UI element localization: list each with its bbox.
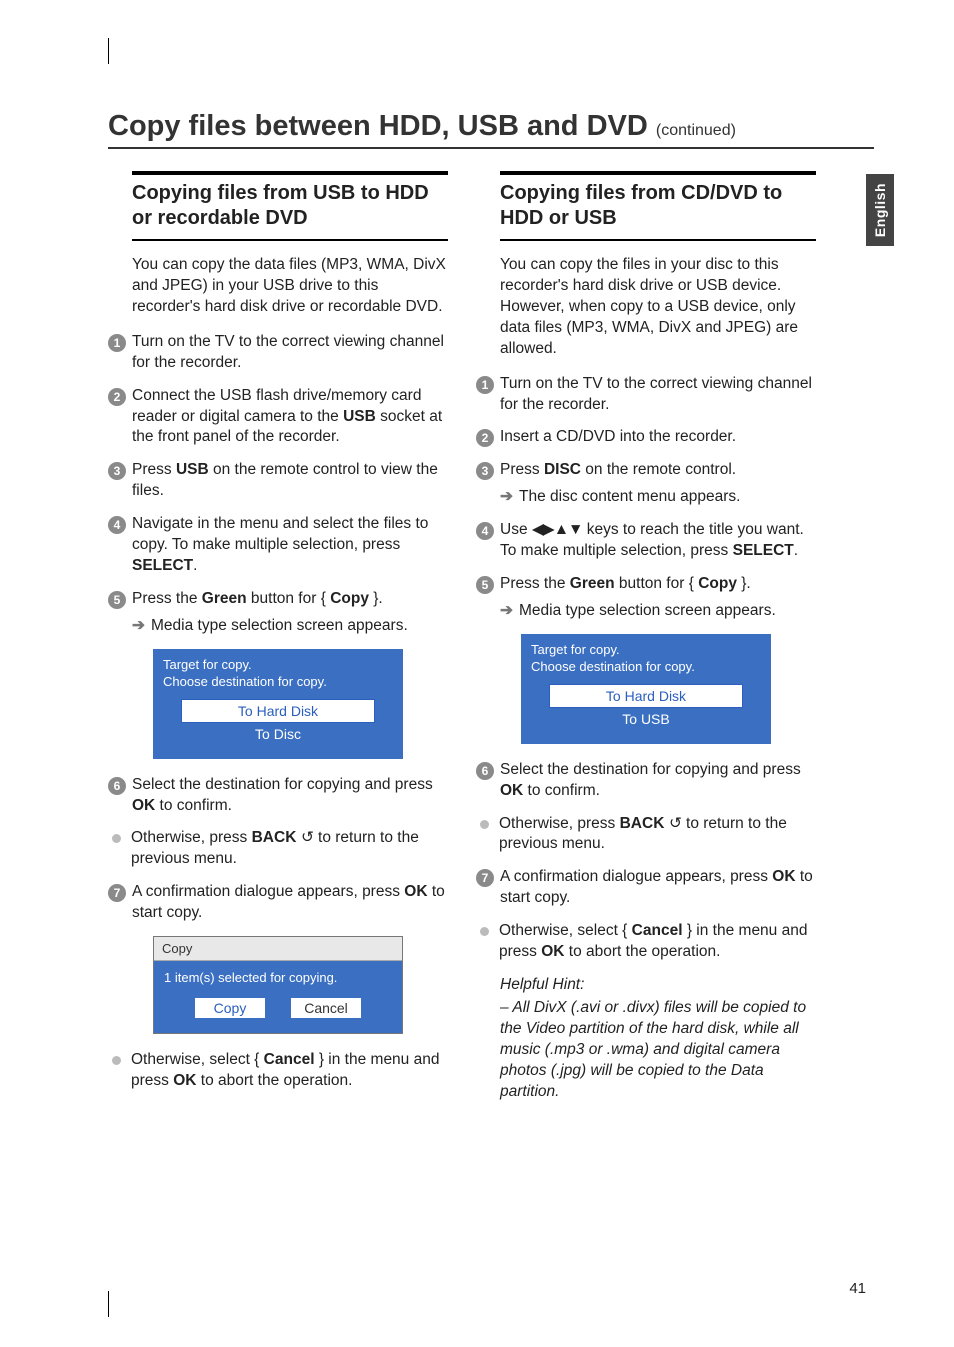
dialog-caption: Target for copy.Choose destination for c…: [531, 642, 761, 676]
step-text: Turn on the TV to the correct viewing ch…: [500, 374, 816, 416]
bullet-text: Otherwise, press BACK ↻ to return to the…: [131, 828, 448, 870]
title-rule: [108, 147, 874, 149]
bullet-text: Otherwise, press BACK ↻ to return to the…: [499, 814, 816, 856]
section-heading-cddvd: Copying files from CD/DVD to HDD or USB: [500, 181, 816, 231]
section-rule: [132, 171, 448, 175]
bullet-icon: [112, 834, 121, 843]
section-rule: [132, 239, 448, 241]
step-number-icon: 2: [476, 429, 494, 447]
language-tab: English: [866, 174, 894, 246]
arrow-icon: ➔: [132, 616, 145, 637]
language-label: English: [872, 183, 888, 237]
intro-text: You can copy the files in your disc to t…: [500, 255, 816, 360]
step-text: Select the destination for copying and p…: [132, 775, 448, 817]
page-title-continued: (continued): [656, 122, 736, 139]
option-to-hard-disk: To Hard Disk: [549, 684, 743, 708]
step-text: Use ◀▶▲▼ keys to reach the title you wan…: [500, 520, 816, 562]
helpful-hint-body: – All DivX (.avi or .divx) files will be…: [500, 998, 816, 1103]
step-number-icon: 6: [108, 777, 126, 795]
step-text: Press DISC on the remote control.: [500, 460, 816, 481]
option-to-usb: To USB: [549, 708, 743, 730]
step-text: Press the Green button for { Copy }.: [500, 574, 816, 595]
step-number-icon: 7: [476, 869, 494, 887]
result-text: ➔Media type selection screen appears.: [108, 616, 448, 637]
dialog-message: 1 item(s) selected for copying.: [164, 970, 392, 985]
step-text: A confirmation dialogue appears, press O…: [500, 867, 816, 909]
step-number-icon: 3: [476, 462, 494, 480]
step-number-icon: 3: [108, 462, 126, 480]
left-column: Copying files from USB to HDD or recorda…: [108, 171, 448, 1117]
dialog-caption: Target for copy.Choose destination for c…: [163, 657, 393, 691]
option-to-hard-disk: To Hard Disk: [181, 699, 375, 723]
step-5: 5 Press the Green button for { Copy }.: [476, 574, 816, 595]
step-text: Press the Green button for { Copy }.: [132, 589, 448, 610]
bullet-text: Otherwise, select { Cancel } in the menu…: [131, 1050, 448, 1092]
cancel-button: Cancel: [290, 997, 362, 1019]
page-title: Copy files between HDD, USB and DVD (con…: [108, 110, 874, 143]
step-1: 1 Turn on the TV to the correct viewing c…: [108, 332, 448, 374]
bullet-item: Otherwise, press BACK ↻ to return to the…: [108, 828, 448, 870]
intro-text: You can copy the data files (MP3, WMA, D…: [132, 255, 448, 318]
step-number-icon: 7: [108, 884, 126, 902]
step-number-icon: 1: [108, 334, 126, 352]
page-number: 41: [849, 1280, 866, 1297]
step-5: 5 Press the Green button for { Copy }.: [108, 589, 448, 610]
bullet-item: Otherwise, select { Cancel } in the menu…: [476, 921, 816, 963]
step-2: 2 Insert a CD/DVD into the recorder.: [476, 427, 816, 448]
step-7: 7 A confirmation dialogue appears, press …: [476, 867, 816, 909]
bullet-item: Otherwise, select { Cancel } in the menu…: [108, 1050, 448, 1092]
result-text: ➔The disc content menu appears.: [476, 487, 816, 508]
bullet-icon: [480, 820, 489, 829]
step-number-icon: 5: [476, 576, 494, 594]
step-number-icon: 5: [108, 591, 126, 609]
back-icon: ↻: [301, 828, 314, 849]
step-number-icon: 6: [476, 762, 494, 780]
crop-mark: [108, 38, 109, 64]
step-3: 3 Press USB on the remote control to view…: [108, 460, 448, 502]
bullet-icon: [480, 927, 489, 936]
helpful-hint-heading: Helpful Hint:: [500, 975, 816, 996]
step-number-icon: 1: [476, 376, 494, 394]
step-3: 3 Press DISC on the remote control.: [476, 460, 816, 481]
section-rule: [500, 239, 816, 241]
nav-keys-icon: ◀▶▲▼: [532, 521, 583, 538]
result-text: ➔Media type selection screen appears.: [476, 601, 816, 622]
step-4: 4 Use ◀▶▲▼ keys to reach the title you wa…: [476, 520, 816, 562]
target-dialog: Target for copy.Choose destination for c…: [521, 634, 771, 744]
step-text: Connect the USB flash drive/memory card …: [132, 386, 448, 449]
bullet-text: Otherwise, select { Cancel } in the menu…: [499, 921, 816, 963]
step-6: 6 Select the destination for copying and …: [108, 775, 448, 817]
page-title-main: Copy files between HDD, USB and DVD: [108, 110, 648, 142]
dialog-title: Copy: [154, 937, 402, 961]
option-to-disc: To Disc: [181, 723, 375, 745]
bullet-icon: [112, 1056, 121, 1065]
right-column: Copying files from CD/DVD to HDD or USB …: [476, 171, 816, 1117]
step-text: Press USB on the remote control to view …: [132, 460, 448, 502]
arrow-icon: ➔: [500, 601, 513, 622]
step-4: 4 Navigate in the menu and select the fil…: [108, 514, 448, 577]
step-number-icon: 4: [476, 522, 494, 540]
copy-confirm-dialog: Copy 1 item(s) selected for copying. Cop…: [153, 936, 403, 1034]
step-text: Navigate in the menu and select the file…: [132, 514, 448, 577]
step-2: 2 Connect the USB flash drive/memory card…: [108, 386, 448, 449]
step-7: 7 A confirmation dialogue appears, press …: [108, 882, 448, 924]
step-1: 1 Turn on the TV to the correct viewing c…: [476, 374, 816, 416]
copy-button: Copy: [194, 997, 266, 1019]
step-text: Insert a CD/DVD into the recorder.: [500, 427, 816, 448]
bullet-item: Otherwise, press BACK ↻ to return to the…: [476, 814, 816, 856]
step-number-icon: 4: [108, 516, 126, 534]
section-rule: [500, 171, 816, 175]
crop-mark: [108, 1291, 109, 1317]
step-6: 6 Select the destination for copying and …: [476, 760, 816, 802]
back-icon: ↻: [669, 814, 682, 835]
target-dialog: Target for copy.Choose destination for c…: [153, 649, 403, 759]
step-text: Turn on the TV to the correct viewing ch…: [132, 332, 448, 374]
arrow-icon: ➔: [500, 487, 513, 508]
step-text: A confirmation dialogue appears, press O…: [132, 882, 448, 924]
step-number-icon: 2: [108, 388, 126, 406]
section-heading-usb: Copying files from USB to HDD or recorda…: [132, 181, 448, 231]
step-text: Select the destination for copying and p…: [500, 760, 816, 802]
